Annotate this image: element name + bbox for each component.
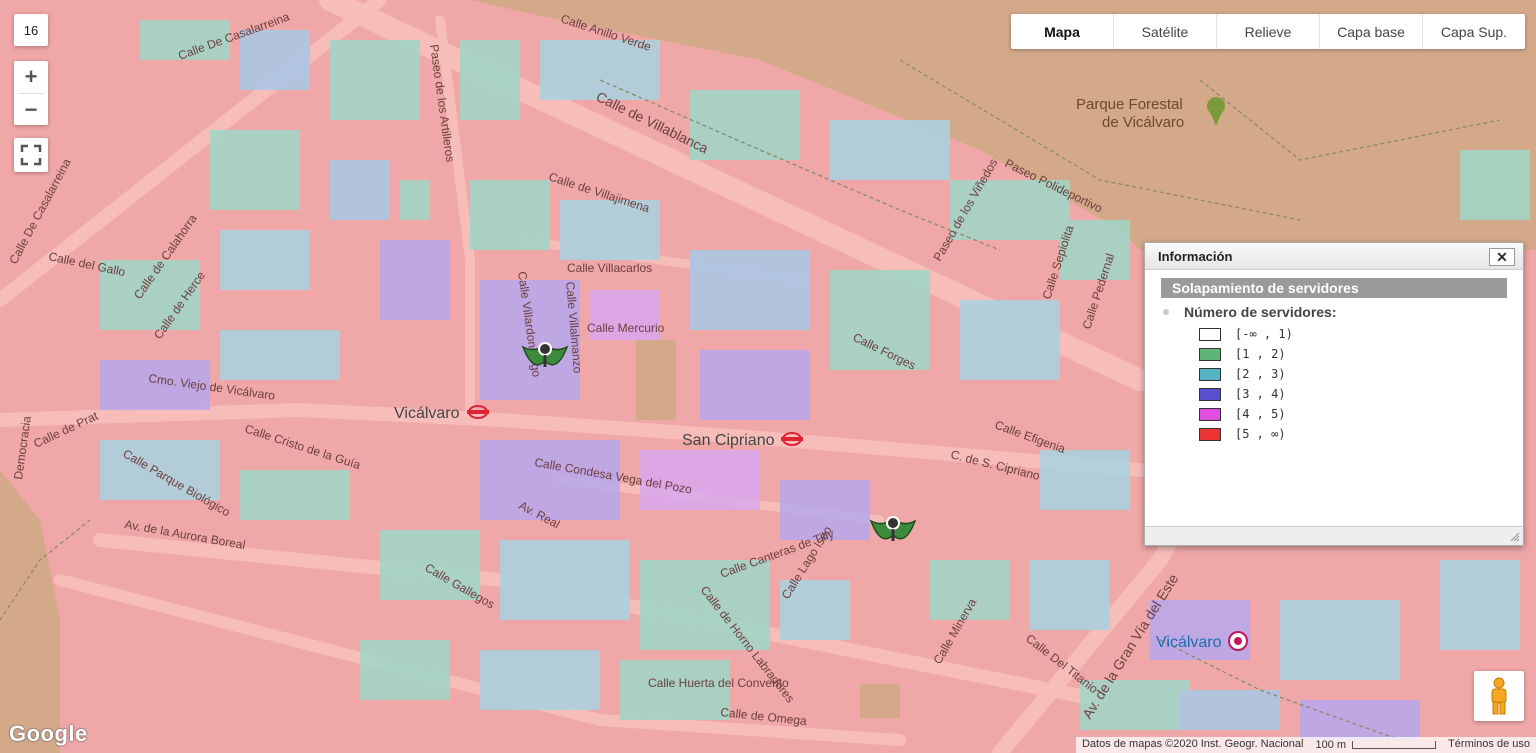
legend-swatch bbox=[1199, 367, 1221, 381]
google-logo: Google bbox=[9, 721, 88, 746]
map-data-attribution[interactable]: Datos de mapas ©2020 Inst. Geogr. Nacion… bbox=[1076, 737, 1310, 753]
terms-link[interactable]: Términos de uso bbox=[1442, 737, 1536, 753]
attribution-bar: Datos de mapas ©2020 Inst. Geogr. Nacion… bbox=[1075, 737, 1536, 753]
zoom-in-button[interactable]: + bbox=[14, 61, 48, 93]
map-type-selector: Mapa Satélite Relieve Capa base Capa Sup… bbox=[1011, 14, 1525, 49]
street-view-pegman[interactable] bbox=[1474, 671, 1524, 721]
minus-icon: − bbox=[24, 97, 38, 122]
map-type-relieve[interactable]: Relieve bbox=[1217, 14, 1320, 49]
pegman-icon bbox=[1491, 677, 1507, 715]
legend-label: [-∞ , 1) bbox=[1235, 327, 1293, 341]
legend-subtitle: Número de servidores: bbox=[1163, 304, 1523, 320]
legend-label: [1 , 2) bbox=[1235, 347, 1286, 361]
svg-text:de Vicálvaro: de Vicálvaro bbox=[1102, 114, 1184, 131]
legend-item: [1 , 2) bbox=[1199, 344, 1523, 364]
train-station-icon[interactable] bbox=[1228, 631, 1248, 651]
zoom-level-indicator: 16 bbox=[14, 14, 48, 46]
info-section-title: Solapamiento de servidores bbox=[1161, 278, 1507, 298]
bullet-icon bbox=[1163, 309, 1169, 315]
train-label-vicalvaro: Vicálvaro bbox=[1156, 634, 1222, 651]
legend-item: [2 , 3) bbox=[1199, 364, 1523, 384]
street-label: Calle Villacarlos bbox=[567, 261, 652, 275]
legend-label: [2 , 3) bbox=[1235, 367, 1286, 381]
legend-item: [4 , 5) bbox=[1199, 404, 1523, 424]
legend-label: [5 , ∞) bbox=[1235, 427, 1286, 441]
legend-swatch bbox=[1199, 387, 1221, 401]
metro-label-vicalvaro: Vicálvaro bbox=[394, 405, 460, 422]
svg-text:Parque Forestal: Parque Forestal bbox=[1076, 96, 1183, 113]
legend-item: [-∞ , 1) bbox=[1199, 324, 1523, 344]
park-patch bbox=[636, 340, 676, 420]
legend-swatch bbox=[1199, 407, 1221, 421]
map-type-capa-base[interactable]: Capa base bbox=[1320, 14, 1423, 49]
info-panel: Información ✕ Solapamiento de servidores… bbox=[1144, 242, 1524, 546]
scale-label: 100 m bbox=[1315, 739, 1347, 751]
legend-label: [4 , 5) bbox=[1235, 407, 1286, 421]
map-type-mapa[interactable]: Mapa bbox=[1011, 14, 1114, 49]
map-type-satelite[interactable]: Satélite bbox=[1114, 14, 1217, 49]
scale-line bbox=[1352, 741, 1437, 749]
legend-swatch bbox=[1199, 347, 1221, 361]
close-icon: ✕ bbox=[1496, 248, 1508, 265]
street-label: Calle Huerta del Convento bbox=[648, 676, 789, 690]
legend-swatch bbox=[1199, 327, 1221, 341]
zoom-out-button[interactable]: − bbox=[14, 94, 48, 126]
zoom-controls: + − bbox=[14, 61, 48, 125]
legend-subtitle-text: Número de servidores: bbox=[1184, 304, 1337, 320]
resize-handle-icon[interactable] bbox=[1510, 532, 1520, 542]
plus-icon: + bbox=[24, 64, 38, 89]
street-label: Calle Mercurio bbox=[587, 321, 665, 335]
legend-item: [3 , 4) bbox=[1199, 384, 1523, 404]
legend-label: [3 , 4) bbox=[1235, 387, 1286, 401]
legend-list: [-∞ , 1) [1 , 2) [2 , 3) [3 , 4) [4 , 5) [5 ,… bbox=[1145, 324, 1523, 444]
info-panel-header[interactable]: Información ✕ bbox=[1145, 243, 1523, 270]
park-patch bbox=[860, 684, 900, 718]
info-panel-title: Información bbox=[1158, 248, 1233, 264]
legend-swatch bbox=[1199, 427, 1221, 441]
legend-item: [5 , ∞) bbox=[1199, 424, 1523, 444]
metro-label-san-cipriano: San Cipriano bbox=[682, 432, 775, 449]
fullscreen-button[interactable] bbox=[14, 138, 48, 172]
map-type-capa-sup[interactable]: Capa Sup. bbox=[1423, 14, 1525, 49]
fullscreen-icon bbox=[20, 144, 42, 166]
info-panel-footer bbox=[1145, 526, 1523, 545]
close-button[interactable]: ✕ bbox=[1489, 248, 1515, 266]
scale-bar: 100 m bbox=[1309, 737, 1442, 753]
